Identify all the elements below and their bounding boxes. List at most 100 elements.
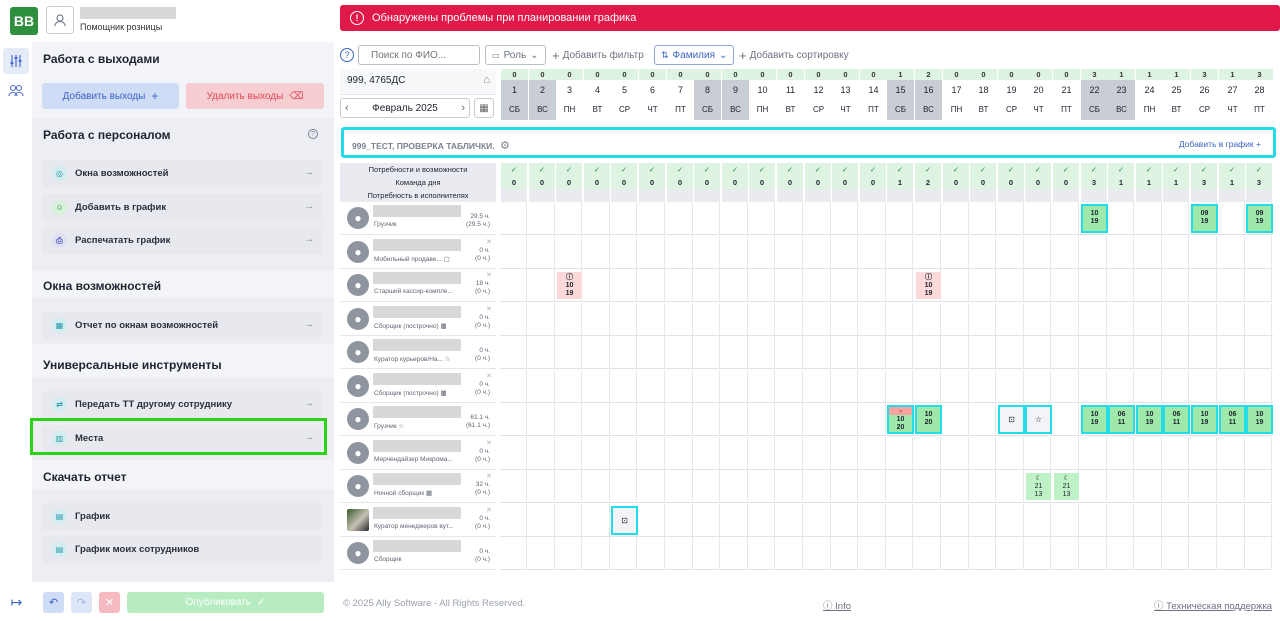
schedule-cell[interactable] xyxy=(528,403,555,436)
schedule-cell[interactable] xyxy=(1190,269,1217,302)
shift-block[interactable]: 10 19 xyxy=(1081,204,1108,233)
schedule-cell[interactable] xyxy=(610,269,637,302)
schedule-cell[interactable] xyxy=(583,202,610,235)
schedule-cell[interactable] xyxy=(886,202,913,235)
schedule-cell[interactable] xyxy=(555,470,582,503)
schedule-cell[interactable] xyxy=(500,303,527,336)
schedule-cell[interactable] xyxy=(942,202,969,235)
schedule-cell[interactable] xyxy=(500,470,527,503)
schedule-cell[interactable] xyxy=(1190,470,1217,503)
schedule-cell[interactable] xyxy=(859,303,886,336)
schedule-cell[interactable] xyxy=(638,370,665,403)
employee-row[interactable]: ● Сборщик (построчно) ▦ 0 ч. (0 ч.) ✕ xyxy=(340,303,496,336)
schedule-cell[interactable] xyxy=(693,303,720,336)
schedule-cell[interactable] xyxy=(583,403,610,436)
schedule-cell[interactable] xyxy=(1135,437,1162,470)
schedule-cell[interactable] xyxy=(528,470,555,503)
schedule-cell[interactable] xyxy=(500,336,527,369)
day-column-28[interactable]: 3 28 ПТ xyxy=(1246,69,1273,120)
schedule-cell[interactable] xyxy=(721,269,748,302)
schedule-cell[interactable] xyxy=(610,370,637,403)
schedule-cell[interactable] xyxy=(942,470,969,503)
employee-row[interactable]: ● Грузчик ☆ 61.1 ч. (61.1 ч.) xyxy=(340,403,496,436)
schedule-cell[interactable] xyxy=(500,202,527,235)
schedule-cell[interactable] xyxy=(1052,370,1079,403)
schedule-cell[interactable] xyxy=(748,370,775,403)
day-column-21[interactable]: 0 21 ПТ xyxy=(1053,69,1080,120)
schedule-cell[interactable] xyxy=(1190,437,1217,470)
schedule-cell[interactable] xyxy=(969,303,996,336)
schedule-cell[interactable] xyxy=(831,202,858,235)
clear-button[interactable]: ✕ xyxy=(99,592,120,613)
schedule-cell[interactable] xyxy=(776,336,803,369)
schedule-cell[interactable] xyxy=(638,236,665,269)
schedule-cell[interactable] xyxy=(1024,303,1051,336)
schedule-cell[interactable] xyxy=(666,303,693,336)
schedule-cell[interactable] xyxy=(1052,504,1079,537)
schedule-cell[interactable] xyxy=(1162,336,1189,369)
day-column-12[interactable]: 0 12 СР xyxy=(805,69,832,120)
schedule-cell[interactable] xyxy=(859,202,886,235)
schedule-cell[interactable] xyxy=(1218,303,1245,336)
schedule-cell[interactable] xyxy=(1135,336,1162,369)
schedule-cell[interactable] xyxy=(638,269,665,302)
schedule-cell[interactable] xyxy=(804,370,831,403)
close-icon[interactable]: ✕ xyxy=(486,372,492,380)
schedule-cell[interactable] xyxy=(1135,537,1162,570)
schedule-cell[interactable] xyxy=(804,470,831,503)
schedule-cell[interactable] xyxy=(886,370,913,403)
schedule-cell[interactable] xyxy=(776,504,803,537)
schedule-cell[interactable] xyxy=(610,202,637,235)
schedule-cell[interactable] xyxy=(804,236,831,269)
schedule-cell[interactable] xyxy=(638,336,665,369)
schedule-cell[interactable] xyxy=(721,236,748,269)
schedule-cell[interactable] xyxy=(748,269,775,302)
schedule-cell[interactable] xyxy=(1245,303,1272,336)
schedule-cell[interactable] xyxy=(1162,470,1189,503)
schedule-cell[interactable] xyxy=(1190,504,1217,537)
schedule-cell[interactable] xyxy=(638,403,665,436)
shift-block[interactable]: 10 19 xyxy=(1191,405,1218,434)
schedule-cell[interactable] xyxy=(610,336,637,369)
close-icon[interactable]: ✕ xyxy=(486,305,492,313)
schedule-cell[interactable] xyxy=(1218,269,1245,302)
schedule-cell[interactable] xyxy=(693,437,720,470)
add-to-schedule-link[interactable]: Добавить в график + xyxy=(1179,139,1261,149)
schedule-cell[interactable] xyxy=(555,403,582,436)
schedule-cell[interactable] xyxy=(997,437,1024,470)
day-column-19[interactable]: 0 19 СР xyxy=(998,69,1025,120)
schedule-cell[interactable] xyxy=(831,403,858,436)
schedule-cell[interactable] xyxy=(1218,370,1245,403)
schedule-cell[interactable] xyxy=(748,504,775,537)
schedule-cell[interactable] xyxy=(859,336,886,369)
shift-block[interactable]: 10 19 xyxy=(1081,405,1108,434)
schedule-cell[interactable] xyxy=(1135,269,1162,302)
day-column-23[interactable]: 1 23 ВС xyxy=(1108,69,1135,120)
schedule-cell[interactable] xyxy=(942,537,969,570)
sidebar-item-add-to-schedule[interactable]: ☺ Добавить в график → xyxy=(42,194,322,221)
help-icon[interactable]: ? xyxy=(340,48,354,62)
schedule-cell[interactable] xyxy=(583,437,610,470)
day-column-11[interactable]: 0 11 ВТ xyxy=(777,69,804,120)
home-icon[interactable]: ⌂ xyxy=(483,74,490,86)
group-row[interactable]: 999_ТЕСТ, ПРОВЕРКА ТАБЛИЧКИ. ⚙ Добавить … xyxy=(341,127,1276,158)
schedule-cell[interactable] xyxy=(721,370,748,403)
schedule-cell[interactable] xyxy=(555,370,582,403)
schedule-cell[interactable] xyxy=(555,236,582,269)
schedule-cell[interactable] xyxy=(1218,437,1245,470)
schedule-cell[interactable] xyxy=(969,504,996,537)
schedule-cell[interactable] xyxy=(1107,269,1134,302)
day-column-20[interactable]: 0 20 ЧТ xyxy=(1025,69,1052,120)
schedule-cell[interactable] xyxy=(1162,303,1189,336)
schedule-cell[interactable] xyxy=(914,470,941,503)
schedule-cell[interactable] xyxy=(1052,537,1079,570)
schedule-cell[interactable] xyxy=(804,504,831,537)
schedule-cell[interactable] xyxy=(721,537,748,570)
schedule-cell[interactable] xyxy=(610,537,637,570)
schedule-cell[interactable] xyxy=(969,437,996,470)
schedule-cell[interactable] xyxy=(831,236,858,269)
schedule-cell[interactable] xyxy=(831,437,858,470)
alert-banner[interactable]: ! Обнаружены проблемы при планировании г… xyxy=(340,5,1280,31)
schedule-cell[interactable] xyxy=(721,303,748,336)
schedule-cell[interactable] xyxy=(886,504,913,537)
